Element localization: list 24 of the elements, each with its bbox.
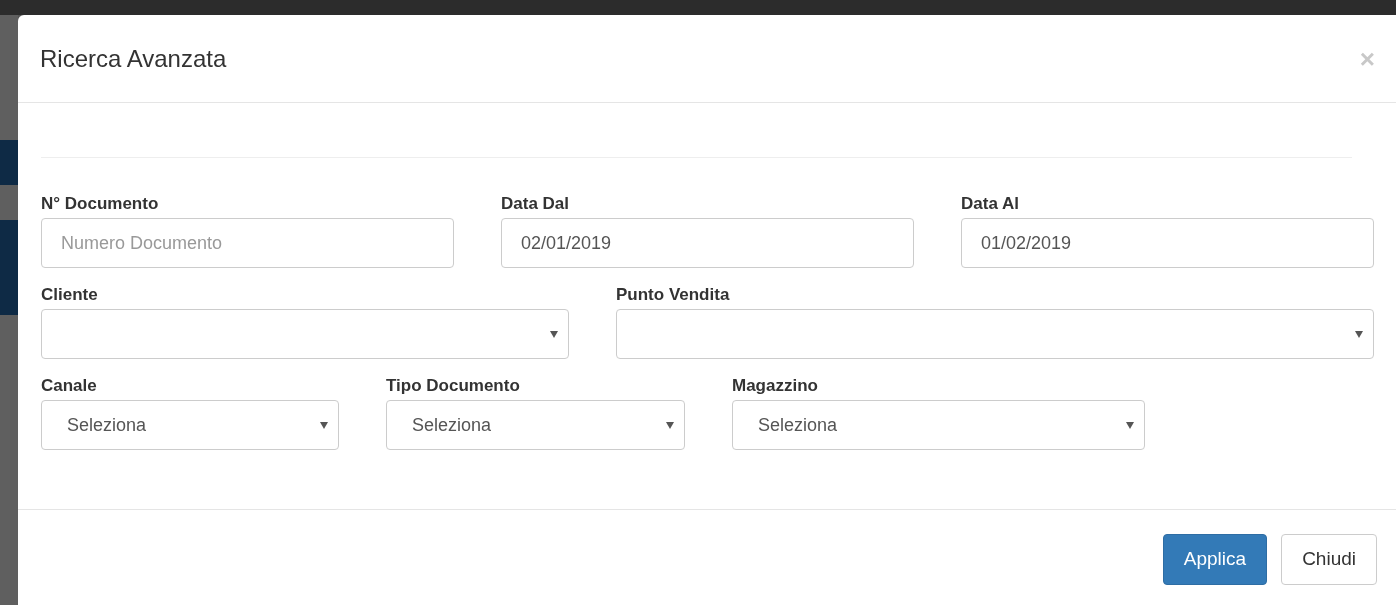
caret-icon [1126, 421, 1134, 429]
modal-title: Ricerca Avanzata [40, 43, 227, 74]
input-field[interactable]: Numero Documento [41, 218, 454, 268]
dropdown[interactable]: Seleziona [41, 400, 339, 450]
caret-icon [1355, 330, 1363, 338]
dropdown[interactable]: Seleziona [386, 400, 685, 450]
dropdown[interactable]: Seleziona [732, 400, 1145, 450]
field-label: Tipo Documento [386, 375, 521, 397]
field-label: Canale [41, 375, 98, 397]
field-label: Punto Vendita [616, 284, 731, 306]
caret-icon [666, 421, 674, 429]
dropdown[interactable] [41, 309, 569, 359]
input-field[interactable]: 02/01/2019 [501, 218, 914, 268]
dropdown[interactable] [616, 309, 1374, 359]
input-field[interactable]: 01/02/2019 [961, 218, 1374, 268]
caret-icon [550, 330, 558, 338]
field-label: Magazzino [732, 375, 819, 397]
caret-icon [320, 421, 328, 429]
apply-button[interactable]: Applica [1162, 534, 1268, 585]
field-label: Data Dal [501, 193, 571, 215]
field-label: Data Al [961, 193, 1020, 215]
field-label: Cliente [41, 284, 99, 306]
close-dialog-button[interactable]: Chiudi [1281, 534, 1377, 585]
field-label: N° Documento [41, 193, 160, 215]
